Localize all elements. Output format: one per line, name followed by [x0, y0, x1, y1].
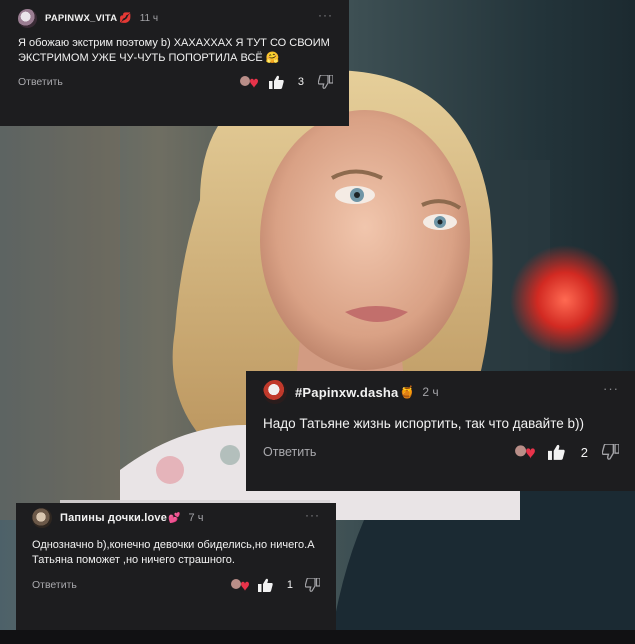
avatar[interactable]	[18, 8, 37, 28]
thumbs-down-icon[interactable]	[305, 577, 320, 592]
timestamp: 2 ч	[422, 385, 439, 399]
reply-button[interactable]: Ответить	[32, 579, 77, 591]
thumbs-down-icon[interactable]	[602, 444, 619, 461]
thumbs-up-icon[interactable]	[268, 75, 284, 89]
avatar[interactable]	[263, 380, 287, 404]
comment-header: PAPINWX_VITA 💋 11 ч ···	[18, 8, 337, 28]
comment-text: Надо Татьяне жизнь испортить, так что да…	[263, 416, 585, 431]
more-dots-icon[interactable]: ···	[318, 8, 333, 22]
username-emoji: 🍯	[399, 385, 415, 399]
comment-card-3: Папины дочки.love 💕 7 ч ··· Однозначно b…	[16, 503, 336, 630]
comment-actions: 2	[514, 444, 619, 461]
timestamp: 11 ч	[139, 12, 159, 24]
comment-footer: Ответить 2	[263, 443, 623, 461]
like-count: 1	[286, 578, 293, 591]
comment-actions: 1	[230, 577, 320, 592]
author-liked-heart-icon	[230, 578, 250, 592]
like-count: 3	[297, 75, 304, 88]
comment-header: Папины дочки.love 💕 7 ч ···	[32, 508, 324, 528]
avatar[interactable]	[32, 508, 52, 528]
thumbs-up-icon[interactable]	[257, 578, 273, 592]
comment-footer: Ответить 3	[18, 74, 337, 90]
more-dots-icon[interactable]: ···	[603, 381, 619, 396]
comment-text: Я обожаю экстрим поэтому b) ХАХАХХАХ Я Т…	[18, 37, 330, 64]
comment-card-2: #Papinxw.dasha 🍯 2 ч ··· Надо Татьяне жи…	[246, 371, 635, 491]
bottom-strip	[0, 630, 635, 644]
like-count: 2	[580, 444, 588, 460]
comment-card-1: PAPINWX_VITA 💋 11 ч ··· Я обожаю экстрим…	[0, 0, 349, 126]
comment-text: Однозначно b),конечно девочки обиделись,…	[32, 539, 315, 566]
thumbs-up-icon[interactable]	[547, 444, 565, 461]
timestamp: 7 ч	[188, 512, 204, 524]
username[interactable]: #Papinxw.dasha	[295, 385, 398, 400]
reply-button[interactable]: Ответить	[263, 445, 316, 459]
comment-actions: 3	[239, 74, 333, 89]
username[interactable]: Папины дочки.love	[60, 512, 167, 524]
comment-header: #Papinxw.dasha 🍯 2 ч ···	[263, 380, 623, 404]
username-emoji: 💋	[119, 12, 132, 24]
comment-footer: Ответить 1	[32, 577, 324, 593]
reply-button[interactable]: Ответить	[18, 76, 63, 88]
username-emoji: 💕	[168, 512, 181, 524]
username[interactable]: PAPINWX_VITA	[45, 13, 117, 24]
author-liked-heart-icon	[514, 444, 536, 460]
thumbs-down-icon[interactable]	[318, 74, 333, 89]
author-liked-heart-icon	[239, 75, 259, 89]
more-dots-icon[interactable]: ···	[305, 508, 320, 522]
